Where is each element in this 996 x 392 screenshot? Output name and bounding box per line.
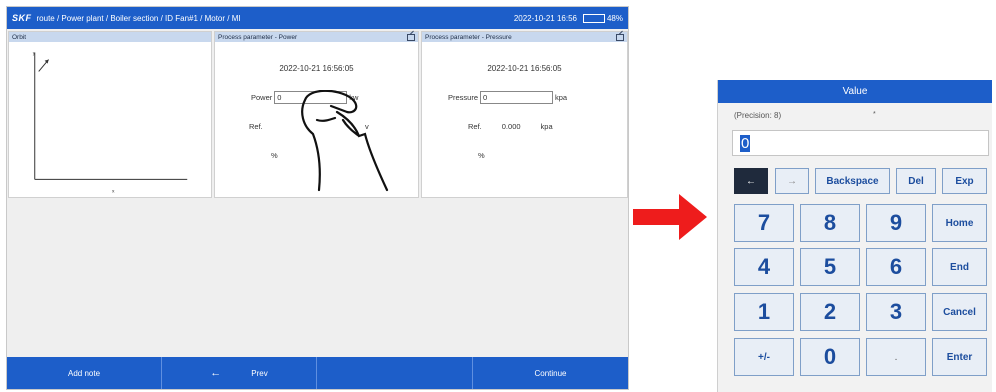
end-key[interactable]: End bbox=[932, 248, 987, 286]
pressure-ref-value: 0.000 bbox=[501, 122, 521, 131]
panel-header: Process parameter - Power bbox=[215, 32, 418, 42]
power-ref-label: Ref. bbox=[249, 122, 263, 131]
empty-button[interactable] bbox=[317, 357, 473, 389]
power-timestamp: 2022-10-21 16:56:05 bbox=[279, 64, 354, 73]
add-note-label: Add note bbox=[67, 368, 101, 378]
key-7[interactable]: 7 bbox=[734, 204, 794, 242]
power-panel[interactable]: Process parameter - Power 2022-10-21 16:… bbox=[214, 31, 419, 198]
power-label: Power bbox=[251, 93, 273, 102]
backspace-key[interactable]: Backspace bbox=[815, 168, 890, 194]
pressure-ref-unit: kpa bbox=[540, 122, 553, 131]
battery-icon bbox=[582, 13, 605, 23]
key-9[interactable]: 9 bbox=[866, 204, 926, 242]
cancel-key[interactable]: Cancel bbox=[932, 293, 987, 331]
orbit-plot: y x bbox=[33, 52, 188, 194]
hand-pointer-icon bbox=[301, 90, 389, 192]
pressure-label: Pressure bbox=[448, 93, 479, 102]
key-1[interactable]: 1 bbox=[734, 293, 794, 331]
arrow-left-icon: ← bbox=[210, 367, 222, 379]
battery-indicator: 48% bbox=[582, 13, 623, 23]
precision-label: (Precision: 8) bbox=[734, 111, 782, 120]
continue-label: Continue bbox=[534, 368, 567, 378]
decimal-key[interactable]: . bbox=[866, 338, 926, 376]
power-ref-row: Ref. bbox=[249, 122, 263, 131]
top-bar: SKF route / Power plant / Boiler section… bbox=[7, 7, 628, 29]
panel-title: Process parameter - Power bbox=[218, 33, 298, 41]
key-2[interactable]: 2 bbox=[800, 293, 860, 331]
pressure-percent-row: % bbox=[478, 151, 485, 160]
value-keypad-dialog: Value (Precision: 8) * 0 ← → Backspace D… bbox=[717, 80, 992, 392]
add-note-button[interactable]: Add note bbox=[7, 357, 162, 389]
required-star: * bbox=[873, 111, 876, 118]
panel-title: Orbit bbox=[12, 33, 27, 41]
value-input[interactable]: 0 bbox=[732, 130, 989, 156]
skf-logo: SKF bbox=[12, 13, 32, 23]
edit-icon[interactable] bbox=[616, 33, 624, 41]
power-percent-row: % bbox=[271, 151, 278, 160]
prev-label: Prev bbox=[251, 368, 268, 378]
orbit-y-label: y bbox=[33, 52, 36, 57]
enter-key[interactable]: Enter bbox=[932, 338, 987, 376]
del-key[interactable]: Del bbox=[896, 168, 936, 194]
key-3[interactable]: 3 bbox=[866, 293, 926, 331]
device-screen: SKF route / Power plant / Boiler section… bbox=[6, 6, 629, 390]
orbit-panel[interactable]: Orbit y x bbox=[8, 31, 212, 198]
datetime: 2022-10-21 16:56 bbox=[513, 13, 577, 23]
pressure-row: Pressure 0 kpa bbox=[448, 91, 567, 104]
panel-title: Process parameter - Pressure bbox=[425, 33, 512, 41]
pressure-unit: kpa bbox=[555, 93, 568, 102]
pressure-ref-row: Ref. 0.000 kpa bbox=[468, 122, 553, 131]
arrow-right-icon bbox=[633, 194, 707, 240]
edit-icon[interactable] bbox=[407, 33, 415, 41]
pressure-input[interactable]: 0 bbox=[480, 91, 554, 104]
orbit-x-label: x bbox=[112, 189, 115, 194]
panel-header: Process parameter - Pressure bbox=[422, 32, 627, 42]
breadcrumb[interactable]: route / Power plant / Boiler section / I… bbox=[37, 14, 514, 23]
pressure-panel[interactable]: Process parameter - Pressure 2022-10-21 … bbox=[421, 31, 628, 198]
cursor-right-key[interactable]: → bbox=[775, 168, 809, 194]
value-text: 0 bbox=[740, 134, 751, 152]
home-key[interactable]: Home bbox=[932, 204, 987, 242]
panel-header: Orbit bbox=[9, 32, 211, 42]
key-4[interactable]: 4 bbox=[734, 248, 794, 286]
cursor-left-key[interactable]: ← bbox=[734, 168, 768, 194]
key-8[interactable]: 8 bbox=[800, 204, 860, 242]
key-0[interactable]: 0 bbox=[800, 338, 860, 376]
power-percent: % bbox=[271, 151, 278, 160]
battery-percent: 48% bbox=[606, 13, 623, 23]
keypad-title: Value bbox=[718, 80, 992, 103]
pressure-ref-label: Ref. bbox=[468, 122, 482, 131]
pressure-timestamp: 2022-10-21 16:56:05 bbox=[487, 64, 562, 73]
key-6[interactable]: 6 bbox=[866, 248, 926, 286]
continue-button[interactable]: Continue bbox=[473, 357, 628, 389]
exp-key[interactable]: Exp bbox=[942, 168, 987, 194]
plus-minus-key[interactable]: +/- bbox=[734, 338, 794, 376]
pressure-percent: % bbox=[478, 151, 485, 160]
bottom-bar: Add note ← Prev Continue bbox=[7, 357, 628, 389]
prev-button[interactable]: ← Prev bbox=[162, 357, 317, 389]
key-5[interactable]: 5 bbox=[800, 248, 860, 286]
